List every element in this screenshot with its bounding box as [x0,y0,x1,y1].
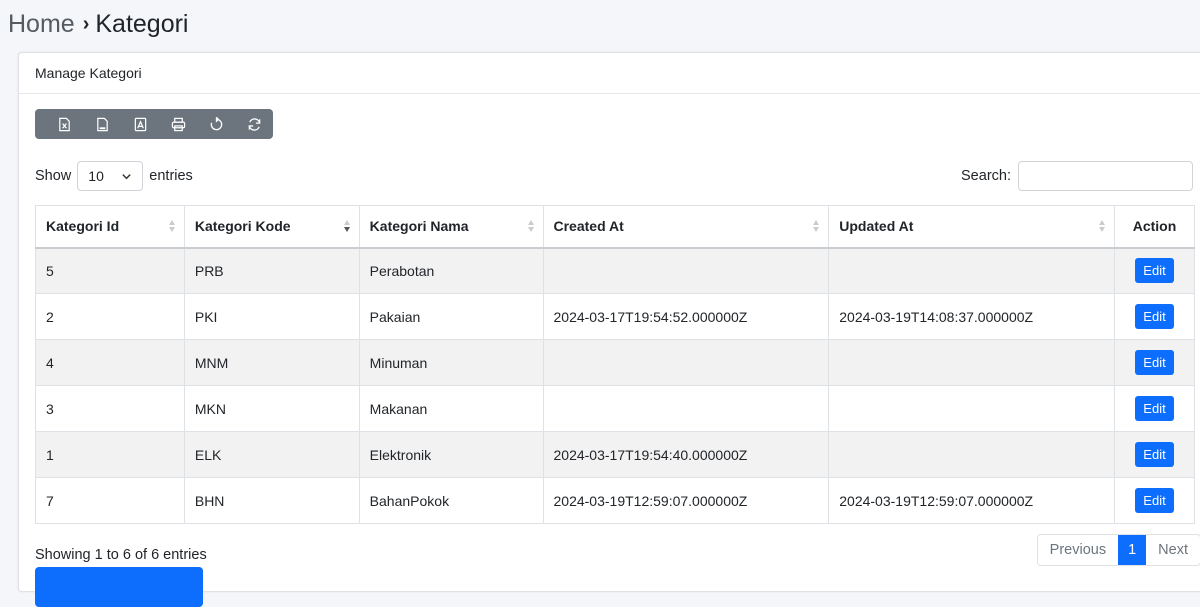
cell-updated [828,385,1115,432]
cell-action: Edit [1114,385,1195,432]
edit-button[interactable]: Edit [1135,350,1174,375]
cell-updated: 2024-03-19T12:59:07.000000Z [828,477,1115,524]
table-row: 7 BHN BahanPokok 2024-03-19T12:59:07.000… [35,477,1195,524]
table-info: Showing 1 to 6 of 6 entries [35,547,207,563]
entries-select-value: 10 [88,168,104,184]
cell-created: 2024-03-17T19:54:52.000000Z [542,293,830,340]
column-header-kategori-kode[interactable]: Kategori Kode [183,205,360,249]
cell-id: 2 [35,293,185,340]
edit-button[interactable]: Edit [1135,304,1174,329]
sort-both-icon [1099,220,1105,233]
pagination: Previous 1 Next [1036,534,1200,566]
edit-button[interactable]: Edit [1135,258,1174,284]
pdf-export-button[interactable] [121,109,159,139]
reload-button[interactable] [197,109,235,139]
cell-updated [828,431,1115,478]
cell-updated [828,339,1115,386]
cell-action: Edit [1114,339,1195,386]
csv-export-button[interactable] [83,109,121,139]
csv-icon [96,117,108,131]
pdf-icon [134,117,146,131]
column-header-kategori-nama[interactable]: Kategori Nama [358,205,544,249]
cell-id: 7 [35,477,185,524]
breadcrumb-current: Kategori [95,10,189,38]
cell-action: Edit [1114,431,1195,478]
search-input[interactable] [1018,161,1193,191]
edit-button[interactable]: Edit [1135,442,1174,467]
breadcrumb-separator: › [82,13,90,35]
cell-created: 2024-03-17T19:54:40.000000Z [542,431,830,478]
refresh-icon [248,117,260,131]
cell-updated [828,247,1115,294]
cell-kode: PRB [183,247,360,294]
reload-icon [210,116,222,130]
add-kategori-button[interactable] [35,567,203,607]
cell-action: Edit [1114,293,1195,340]
cell-nama: Pakaian [358,293,544,340]
sort-both-icon [813,220,820,233]
sort-desc-icon [343,220,350,233]
cell-id: 4 [35,339,185,386]
entries-select[interactable]: 10 [77,161,144,191]
show-label: Show [35,168,72,184]
entries-label: entries [149,168,193,184]
previous-page-button[interactable]: Previous [1038,535,1118,565]
chevron-down-icon [122,173,131,179]
cell-nama: Makanan [358,385,544,432]
cell-id: 1 [35,431,185,478]
sort-both-icon [527,220,534,233]
next-page-button[interactable]: Next [1146,535,1200,565]
cell-id: 3 [35,385,185,432]
cell-action: Edit [1114,477,1195,524]
print-button[interactable] [159,109,197,139]
manage-kategori-card: Manage Kategori Show 10 entries Search: [18,52,1200,607]
page-1-button[interactable]: 1 [1118,535,1147,565]
cell-nama: BahanPokok [358,477,544,524]
export-toolbar [35,109,273,139]
cell-kode: MKN [183,385,360,432]
table-row: 5 PRB Perabotan Edit [35,247,1195,294]
excel-icon [58,117,70,131]
cell-id: 5 [35,247,185,294]
column-header-kategori-id[interactable]: Kategori Id [35,205,185,249]
cell-updated: 2024-03-19T14:08:37.000000Z [828,293,1115,340]
table-header-row: Kategori Id Kategori Kode Kategori Nama … [35,205,1195,249]
cell-created [542,339,830,386]
kategori-table: Kategori Id Kategori Kode Kategori Nama … [35,205,1195,524]
cell-action: Edit [1114,247,1195,294]
print-icon [171,117,185,131]
cell-nama: Perabotan [358,247,544,294]
breadcrumb-home[interactable]: Home [8,8,75,40]
table-row: 3 MKN Makanan Edit [35,385,1195,432]
refresh-button[interactable] [235,109,273,139]
column-header-updated-at[interactable]: Updated At [828,205,1115,249]
column-header-action: Action [1114,205,1195,249]
cell-created: 2024-03-19T12:59:07.000000Z [542,477,830,524]
edit-button[interactable]: Edit [1135,488,1174,513]
breadcrumb: Home › Kategori [8,8,188,40]
table-row: 4 MNM Minuman Edit [35,339,1195,386]
cell-kode: MNM [183,339,360,386]
card-title: Manage Kategori [19,53,1200,94]
sort-both-icon [168,220,175,233]
search-area: Search: [961,161,1193,191]
excel-export-button[interactable] [45,109,83,139]
cell-nama: Minuman [358,339,544,386]
edit-button[interactable]: Edit [1135,396,1174,421]
cell-kode: BHN [183,477,360,524]
cell-created [542,247,830,294]
table-row: 1 ELK Elektronik 2024-03-17T19:54:40.000… [35,431,1195,478]
search-label: Search: [961,168,1011,184]
length-menu: Show 10 entries [35,161,193,191]
table-row: 2 PKI Pakaian 2024-03-17T19:54:52.000000… [35,293,1195,340]
column-header-created-at[interactable]: Created At [542,205,830,249]
cell-kode: PKI [183,293,360,340]
cell-kode: ELK [183,431,360,478]
cell-created [542,385,830,432]
cell-nama: Elektronik [358,431,544,478]
